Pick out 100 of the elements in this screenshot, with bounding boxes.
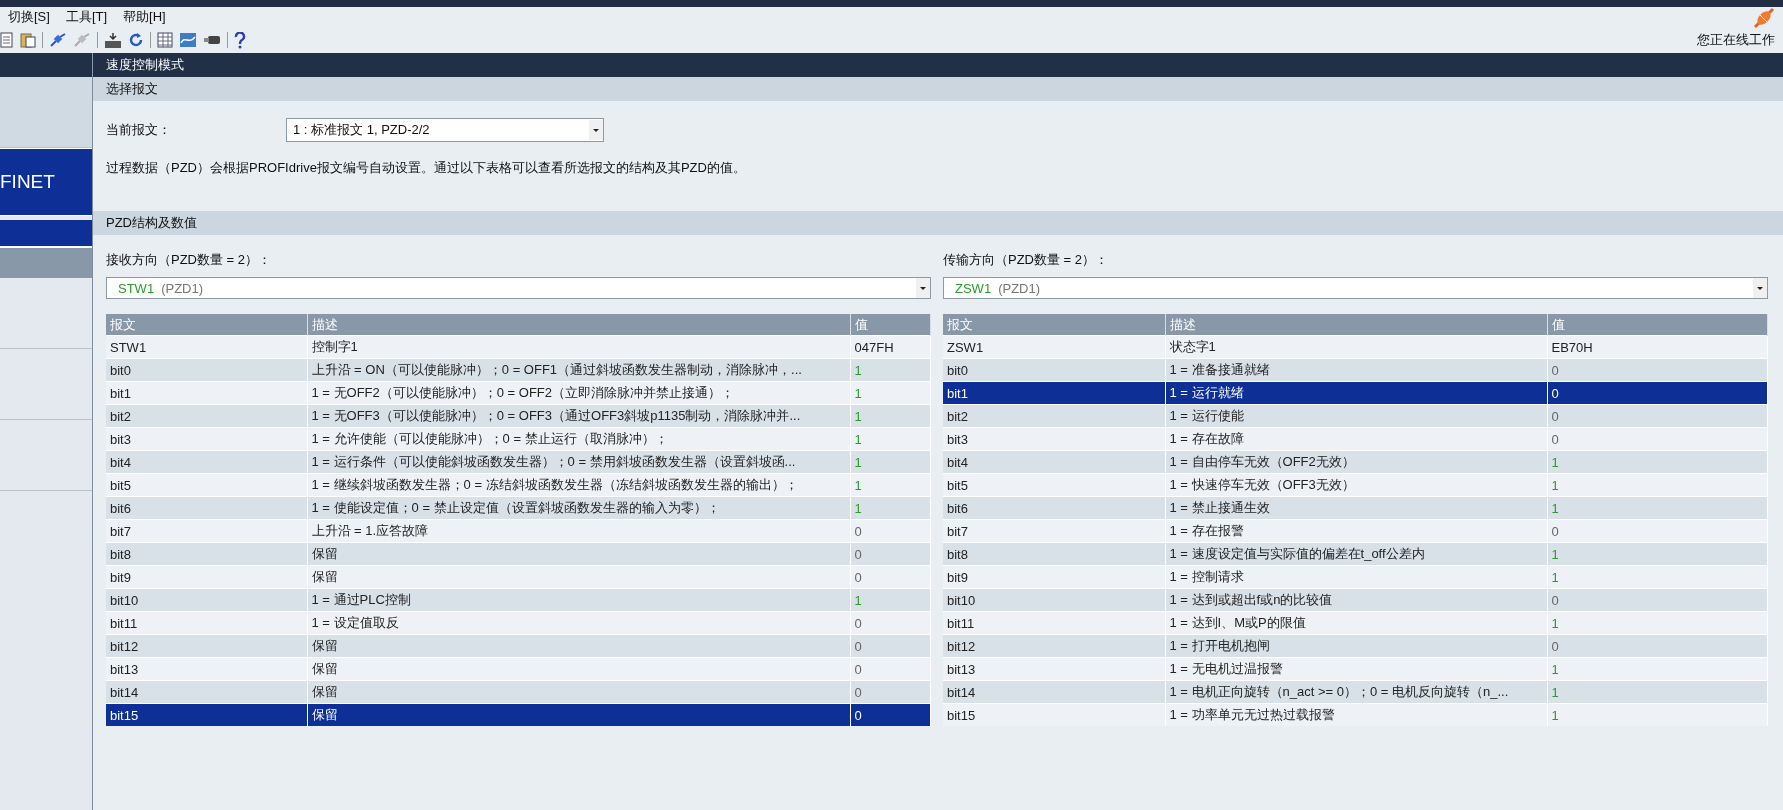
table-row[interactable]: bit1 1 = 运行就绪 0: [943, 381, 1768, 405]
table-cell: bit10: [106, 588, 307, 612]
table-row[interactable]: bit4 1 = 自由停车无效（OFF2无效） 1: [943, 450, 1768, 474]
direction-label: 接收方向（PZD数量 = 2）：: [106, 251, 273, 269]
table-cell: 1 = 速度设定值与实际值的偏差在t_off公差内: [1165, 542, 1547, 566]
table-row[interactable]: bit7 上升沿 = 1.应答故障 0: [106, 519, 931, 543]
menu-item[interactable]: 工具[T]: [63, 8, 110, 26]
table-cell: 1: [850, 588, 931, 612]
table-cell: bit2: [943, 404, 1165, 428]
table-cell: ZSW1: [943, 335, 1165, 359]
table-row[interactable]: bit3 1 = 允许使能（可以使能脉冲）；0 = 禁止运行（取消脉冲）； 1: [106, 427, 931, 451]
table-cell: STW1: [106, 335, 307, 359]
table-row[interactable]: bit14 1 = 电机正向旋转（n_act >= 0）；0 = 电机反向旋转（n_... 1: [943, 680, 1768, 704]
table-cell: 0: [1547, 427, 1768, 451]
table-cell: 0: [850, 519, 931, 543]
table-row[interactable]: STW1 控制字1 047FH: [106, 335, 931, 359]
table-cell: 0: [1547, 358, 1768, 382]
table-cell: bit15: [106, 703, 307, 726]
menu-item[interactable]: 帮助[H]: [121, 8, 168, 26]
table-cell: bit0: [106, 358, 307, 382]
table-cell: 1: [1547, 565, 1768, 589]
table-cell: 保留: [307, 657, 850, 681]
field-label: 当前报文：: [106, 121, 172, 139]
table-cell: 0: [850, 657, 931, 681]
menu-item[interactable]: 切换[S]: [6, 8, 52, 26]
table-cell: 0: [850, 611, 931, 635]
table-cell: bit2: [106, 404, 307, 428]
table-cell: bit8: [943, 542, 1165, 566]
table-cell: bit10: [943, 588, 1165, 612]
telegram-dropdown[interactable]: 1 : 标准报文 1, PZD-2/2: [286, 118, 604, 142]
table-cell: 1 = 控制请求: [1165, 565, 1547, 589]
table-row[interactable]: bit13 1 = 无电机过温报警 1: [943, 657, 1768, 681]
table-row[interactable]: bit7 1 = 存在报警 0: [943, 519, 1768, 543]
table-row[interactable]: bit0 上升沿 = ON（可以使能脉冲）；0 = OFF1（通过斜坡函数发生器制动，消除脉冲，... 1: [106, 358, 931, 382]
caret-icon: [916, 278, 930, 298]
table-cell: bit3: [106, 427, 307, 451]
plug-icon[interactable]: [49, 32, 67, 48]
table-cell: 1: [850, 427, 931, 451]
table-cell: 1 = 准备接通就绪: [1165, 358, 1547, 382]
table-row[interactable]: bit3 1 = 存在故障 0: [943, 427, 1768, 451]
download-chip-icon[interactable]: [104, 31, 122, 49]
table-cell: bit13: [106, 657, 307, 681]
refresh-icon[interactable]: [128, 32, 144, 48]
table-cell: bit9: [106, 565, 307, 589]
online-status: 您正在线工作: [1697, 31, 1775, 49]
table-cell: 0: [1547, 381, 1768, 405]
table-cell: 0: [1547, 519, 1768, 543]
table-row[interactable]: bit9 保留 0: [106, 565, 931, 589]
table-cell: 1: [1547, 680, 1768, 704]
table-row[interactable]: bit1 1 = 无OFF2（可以使能脉冲）；0 = OFF2（立即消除脉冲并禁止接通）； 1: [106, 381, 931, 405]
table-cell: bit5: [943, 473, 1165, 497]
table-cell: bit4: [943, 450, 1165, 474]
dropdown[interactable]: STW1 (PZD1): [106, 277, 931, 299]
mode-title: 速度控制模式: [105, 56, 184, 74]
table-cell: 1 = 自由停车无效（OFF2无效）: [1165, 450, 1547, 474]
table-row[interactable]: ZSW1 状态字1 EB70H: [943, 335, 1768, 359]
table-cell: 1 = 无电机过温报警: [1165, 657, 1547, 681]
table-row[interactable]: bit0 1 = 准备接通就绪 0: [943, 358, 1768, 382]
table-row[interactable]: bit11 1 = 达到I、M或P的限值 1: [943, 611, 1768, 635]
table-row[interactable]: bit11 1 = 设定值取反 0: [106, 611, 931, 635]
trend-chart-icon[interactable]: [179, 32, 197, 48]
table-cell: 1 = 运行使能: [1165, 404, 1547, 428]
section-header: PZD结构及数值: [93, 211, 1783, 235]
table-cell: 1 = 运行就绪: [1165, 381, 1547, 405]
table-cell: bit11: [943, 611, 1165, 635]
table-row[interactable]: bit2 1 = 运行使能 0: [943, 404, 1768, 428]
table-row[interactable]: bit10 1 = 通过PLC控制 1: [106, 588, 931, 612]
table-row[interactable]: bit15 保留 0: [106, 703, 931, 726]
table-row[interactable]: bit6 1 = 使能设定值；0 = 禁止设定值（设置斜坡函数发生器的输入为零）； 1: [106, 496, 931, 520]
dropdown[interactable]: ZSW1 (PZD1): [943, 277, 1768, 299]
table-cell: 1: [1547, 542, 1768, 566]
table-cell: 1: [850, 381, 931, 405]
help-icon[interactable]: [234, 31, 246, 49]
table-row[interactable]: bit8 1 = 速度设定值与实际值的偏差在t_off公差内 1: [943, 542, 1768, 566]
section-header: 选择报文: [93, 77, 1783, 101]
table-row[interactable]: bit4 1 = 运行条件（可以使能斜坡函数发生器）；0 = 禁用斜坡函数发生器（设置斜坡函... 1: [106, 450, 931, 474]
table-row[interactable]: bit5 1 = 快速停车无效（OFF3无效） 1: [943, 473, 1768, 497]
table-cell: bit7: [106, 519, 307, 543]
table-cell: bit13: [943, 657, 1165, 681]
table-cell: 1 = 达到I、M或P的限值: [1165, 611, 1547, 635]
table-row[interactable]: bit15 1 = 功率单元无过热过载报警 1: [943, 703, 1768, 726]
table-row[interactable]: bit12 保留 0: [106, 634, 931, 658]
device-icon[interactable]: [203, 33, 221, 47]
clipboard-icon[interactable]: [20, 32, 36, 48]
table-row[interactable]: bit6 1 = 禁止接通生效 1: [943, 496, 1768, 520]
table-row[interactable]: bit12 1 = 打开电机抱闸 0: [943, 634, 1768, 658]
table-row[interactable]: bit14 保留 0: [106, 680, 931, 704]
table-icon[interactable]: [157, 32, 173, 48]
plug-icon: [1753, 7, 1775, 29]
table-cell: 0: [850, 634, 931, 658]
table-cell: bit1: [943, 381, 1165, 405]
table-cell: 1 = 存在报警: [1165, 519, 1547, 543]
table-row[interactable]: bit2 1 = 无OFF3（可以使能脉冲）；0 = OFF3（通过OFF3斜坡p1135制动，消除脉冲并... 1: [106, 404, 931, 428]
table-row[interactable]: bit10 1 = 达到或超出f或n的比较值 0: [943, 588, 1768, 612]
table-row[interactable]: bit5 1 = 继续斜坡函数发生器；0 = 冻结斜坡函数发生器（冻结斜坡函数发生器的输出）； 1: [106, 473, 931, 497]
table-row[interactable]: bit8 保留 0: [106, 542, 931, 566]
document-icon[interactable]: [0, 32, 14, 48]
table-row[interactable]: bit13 保留 0: [106, 657, 931, 681]
table-row[interactable]: bit9 1 = 控制请求 1: [943, 565, 1768, 589]
sidebar-item[interactable]: FINET: [0, 148, 92, 216]
